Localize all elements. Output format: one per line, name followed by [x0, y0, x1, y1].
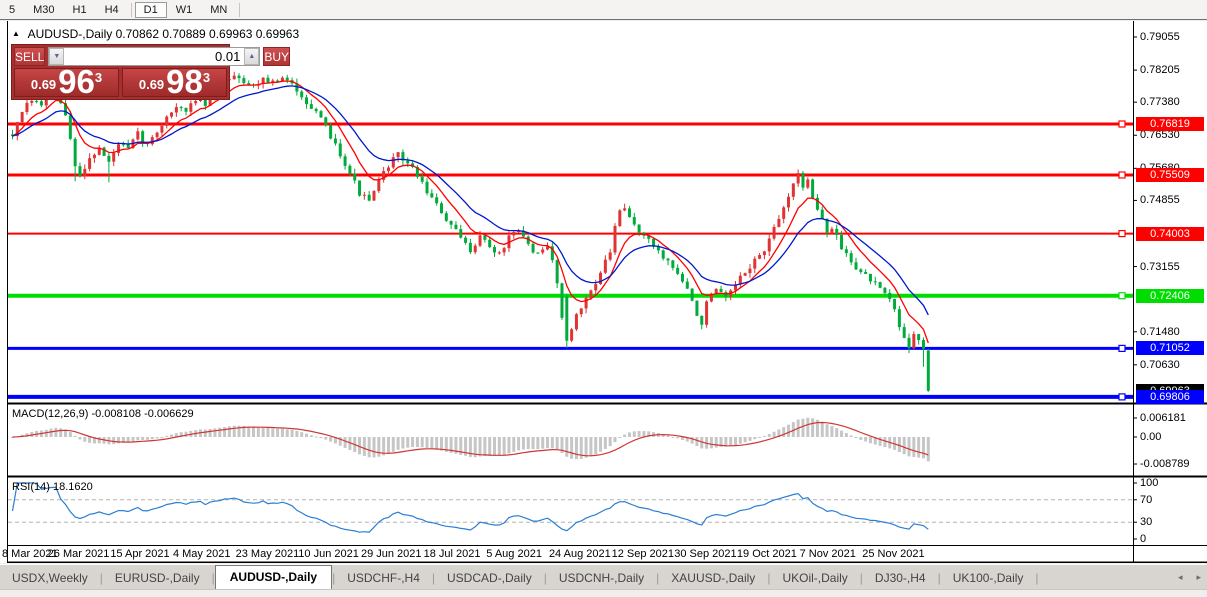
date-axis-label: 7 Nov 2021 [800, 548, 856, 560]
rsi-label: RSI(14) 18.1620 [12, 481, 93, 493]
chart-tab-ukoil-daily[interactable]: UKOil-,Daily [770, 568, 859, 589]
volume-up-button[interactable]: ▲ [244, 48, 259, 65]
one-click-trading-panel: SELL ▼ ▲ BUY 0.69 96 3 0.69 98 3 [11, 44, 230, 100]
date-axis-label: 24 Aug 2021 [549, 548, 611, 560]
timeframe-button-d1[interactable]: D1 [135, 2, 167, 18]
rsi-axis-tick: 30 [1140, 516, 1152, 528]
date-axis-label: 26 Mar 2021 [48, 548, 110, 560]
buy-price-big: 98 [166, 69, 203, 95]
chart-tab-usdcad-daily[interactable]: USDCAD-,Daily [435, 568, 544, 589]
rsi-axis-tick: 0 [1140, 533, 1146, 545]
tab-scroll-left-icon[interactable]: ◂ [1178, 572, 1183, 583]
price-axis-tick: 0.77380 [1140, 96, 1180, 108]
status-strip [0, 589, 1207, 597]
macd-axis-tick: 0.006181 [1140, 412, 1186, 424]
macd-axis-tick: -0.008789 [1140, 458, 1190, 470]
rsi-axis-tick: 100 [1140, 477, 1158, 489]
timeframe-button-w1[interactable]: W1 [167, 2, 202, 18]
date-axis-label: 25 Nov 2021 [862, 548, 924, 560]
macd-label: MACD(12,26,9) -0.008108 -0.006629 [12, 408, 194, 420]
hline-price-label: 0.76819 [1136, 117, 1204, 131]
date-axis-label: 15 Apr 2021 [110, 548, 169, 560]
date-axis-label: 23 May 2021 [236, 548, 300, 560]
timeframe-button-mn[interactable]: MN [201, 2, 236, 18]
chart-symbol-label: AUDUSD-,Daily [28, 27, 113, 41]
price-axis-tick: 0.70630 [1140, 359, 1180, 371]
hline-price-label: 0.74003 [1136, 227, 1204, 241]
sell-price-small: 0.69 [31, 77, 56, 92]
date-axis-label: 30 Sep 2021 [674, 548, 736, 560]
price-chart-canvas[interactable] [0, 21, 1207, 563]
terminal-window: 5M30H1H4 D1W1MN ▲ AUDUSD-,Daily 0.70862 0… [0, 0, 1207, 597]
tab-separator: | [1035, 571, 1038, 589]
hline-price-label: 0.75509 [1136, 168, 1204, 182]
chart-tab-eurusd-daily[interactable]: EURUSD-,Daily [103, 568, 212, 589]
chart-window: ▲ AUDUSD-,Daily 0.70862 0.70889 0.69963 … [0, 21, 1207, 563]
hline-price-label: 0.71052 [1136, 341, 1204, 355]
buy-price-tile[interactable]: 0.69 98 3 [122, 68, 227, 97]
hline-price-label: 0.69806 [1136, 390, 1204, 404]
date-axis-label: 10 Jun 2021 [298, 548, 359, 560]
chart-tab-usdcnh-daily[interactable]: USDCNH-,Daily [547, 568, 656, 589]
date-axis-label: 5 Aug 2021 [486, 548, 542, 560]
date-axis-label: 18 Jul 2021 [424, 548, 481, 560]
rsi-axis-tick: 70 [1140, 494, 1152, 506]
date-axis-label: 4 May 2021 [173, 548, 230, 560]
date-axis-label: 19 Oct 2021 [737, 548, 797, 560]
buy-button[interactable]: BUY [263, 47, 290, 66]
price-axis-tick: 0.73155 [1140, 261, 1180, 273]
chart-tab-dj30-h4[interactable]: DJ30-,H4 [863, 568, 938, 589]
tab-scroll-right-icon[interactable]: ▸ [1196, 572, 1201, 583]
price-axis-tick: 0.79055 [1140, 31, 1180, 43]
chart-tab-usdchf-h4[interactable]: USDCHF-,H4 [335, 568, 432, 589]
timeframe-button-h1[interactable]: H1 [64, 2, 96, 18]
timeframe-toolbar: 5M30H1H4 D1W1MN [0, 0, 1207, 20]
chart-tab-uk100-daily[interactable]: UK100-,Daily [941, 568, 1036, 589]
collapse-arrow-icon[interactable]: ▲ [12, 29, 20, 38]
macd-axis-tick: 0.00 [1140, 431, 1161, 443]
hline-price-label: 0.72406 [1136, 289, 1204, 303]
price-axis-tick: 0.78205 [1140, 64, 1180, 76]
chart-tab-audusd-daily[interactable]: AUDUSD-,Daily [215, 565, 332, 589]
sell-price-pip: 3 [95, 70, 102, 85]
sell-price-big: 96 [58, 69, 95, 95]
timeframe-button-h4[interactable]: H4 [96, 2, 128, 18]
chart-title: ▲ AUDUSD-,Daily 0.70862 0.70889 0.69963 … [12, 27, 299, 41]
sell-button[interactable]: SELL [14, 47, 45, 66]
buy-price-small: 0.69 [139, 77, 164, 92]
toolbar-separator [131, 3, 132, 17]
toolbar-separator [239, 3, 240, 17]
timeframe-button-5[interactable]: 5 [0, 2, 24, 18]
date-axis-label: 12 Sep 2021 [612, 548, 674, 560]
chart-ohlc-label: 0.70862 0.70889 0.69963 0.69963 [116, 27, 300, 41]
timeframe-button-m30[interactable]: M30 [24, 2, 63, 18]
date-axis-label: 29 Jun 2021 [361, 548, 422, 560]
chart-tab-bar: USDX,Weekly|EURUSD-,Daily|AUDUSD-,Daily|… [0, 564, 1207, 589]
price-axis-tick: 0.76530 [1140, 129, 1180, 141]
sell-price-tile[interactable]: 0.69 96 3 [14, 68, 119, 97]
price-axis-tick: 0.71480 [1140, 326, 1180, 338]
price-axis-tick: 0.74855 [1140, 194, 1180, 206]
chart-tab-usdx-weekly[interactable]: USDX,Weekly [0, 568, 100, 589]
buy-price-pip: 3 [203, 70, 210, 85]
chart-tab-xauusd-daily[interactable]: XAUUSD-,Daily [659, 568, 767, 589]
